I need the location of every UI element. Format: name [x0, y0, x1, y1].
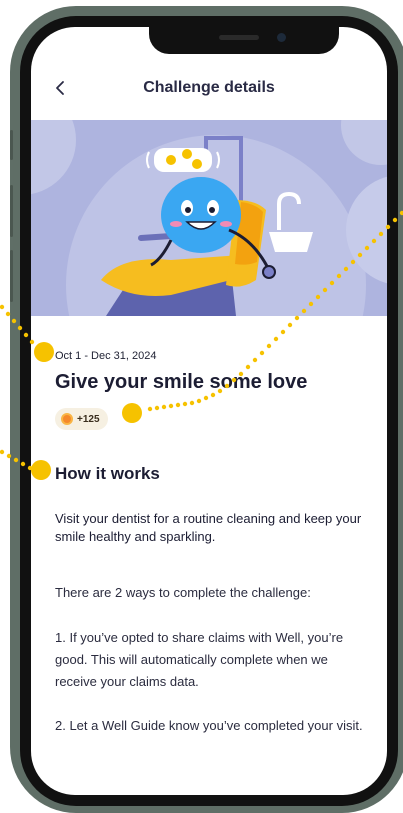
page-title: Challenge details — [143, 79, 275, 96]
hero-illustration — [31, 120, 387, 316]
speaker-grille — [219, 35, 259, 40]
completion-ways-intro: There are 2 ways to complete the challen… — [55, 585, 311, 600]
challenge-description: Visit your dentist for a routine cleanin… — [55, 511, 362, 544]
how-it-works-heading: How it works — [55, 464, 160, 483]
challenge-title: Give your smile some love — [55, 371, 308, 393]
coin-icon — [61, 413, 73, 425]
front-camera — [277, 33, 286, 42]
challenge-date-range: Oct 1 - Dec 31, 2024 — [55, 350, 157, 362]
side-button — [10, 130, 13, 160]
completion-way-2: 2. Let a Well Guide know you’ve complete… — [55, 718, 363, 733]
side-button — [10, 250, 13, 302]
side-button — [10, 185, 13, 237]
dental-chair-tooth-illustration — [31, 120, 387, 316]
notch — [149, 27, 339, 54]
completion-way-1: 1. If you’ve opted to share claims with … — [55, 630, 344, 689]
points-value: +125 — [77, 413, 100, 425]
points-badge: +125 — [55, 408, 108, 430]
phone-screen: Challenge details Oct 1 - Dec 31, 2024 G… — [31, 27, 387, 795]
